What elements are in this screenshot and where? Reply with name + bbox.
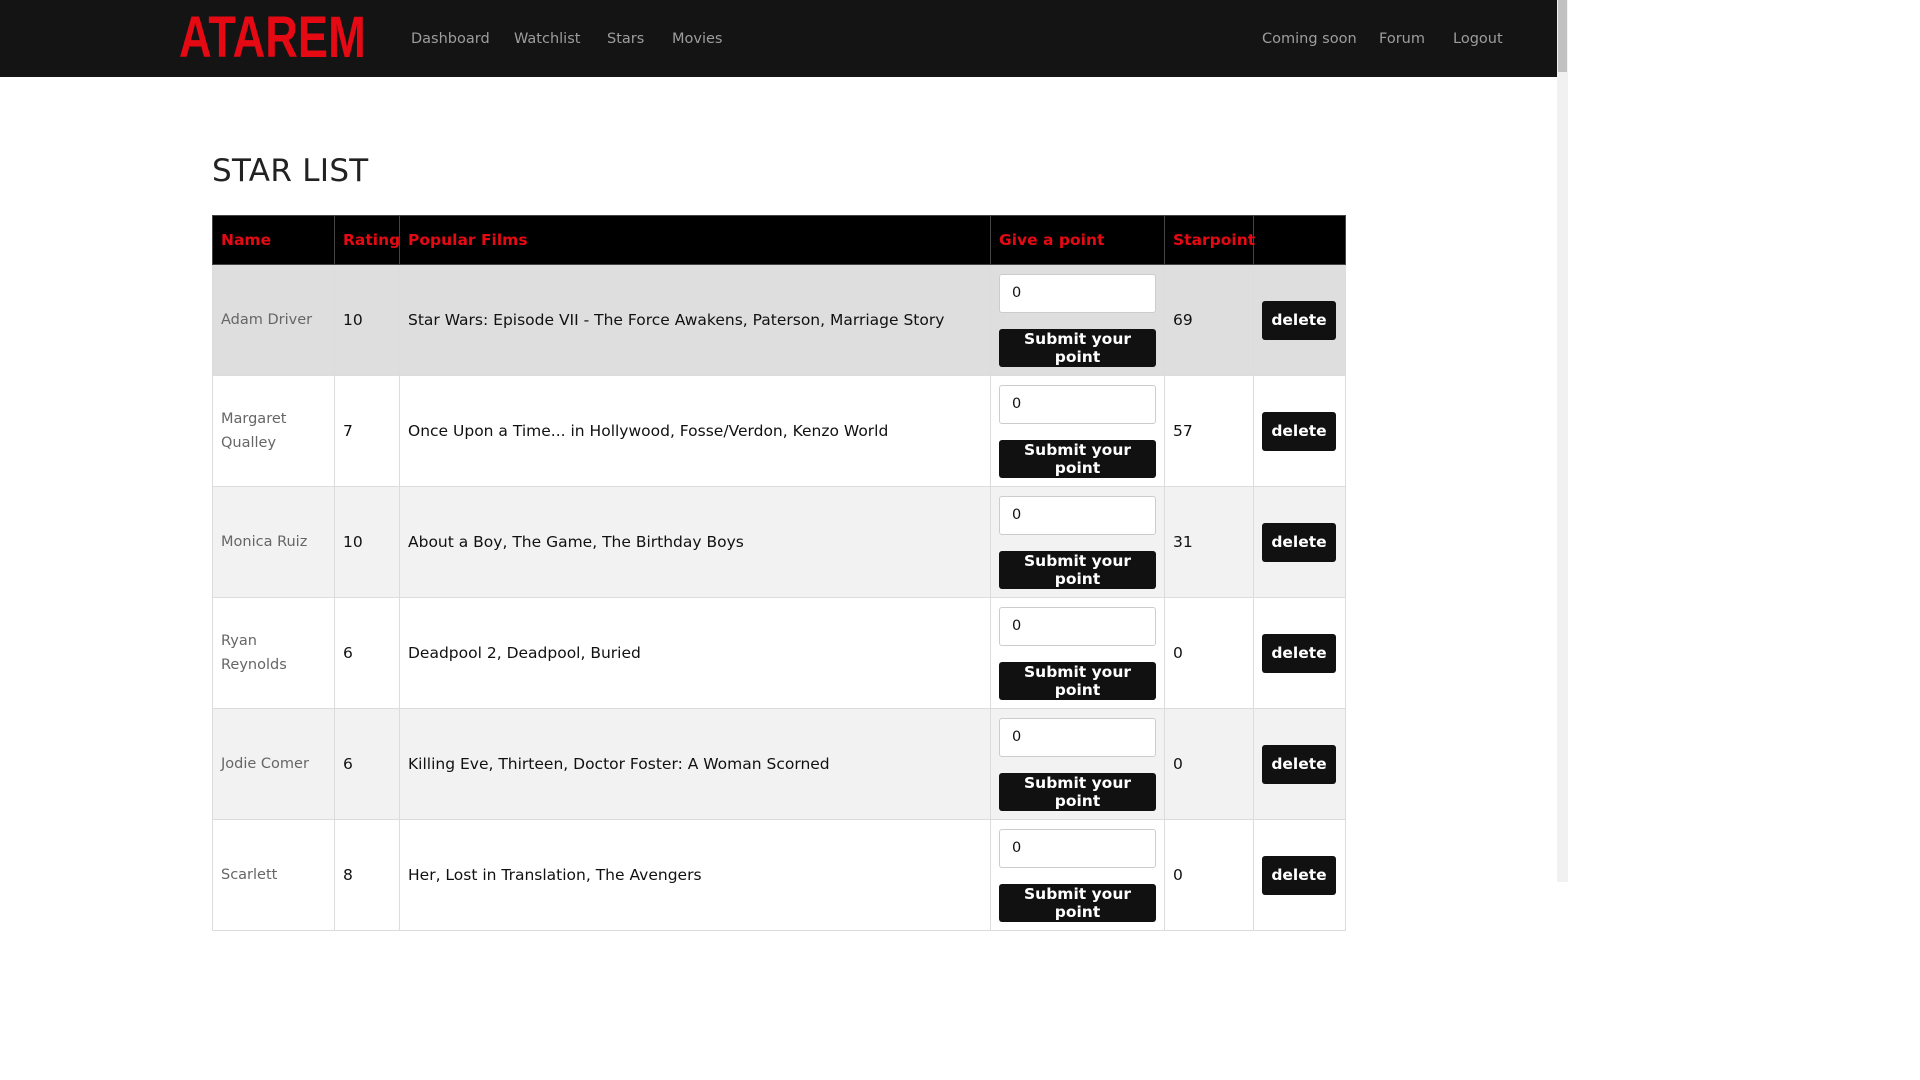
star-table: Name Rating Popular Films Give a point S… xyxy=(212,215,1346,931)
submit-point-button[interactable]: Submit your point xyxy=(999,328,1156,367)
header-rating: Rating xyxy=(334,215,400,265)
star-popular-films: Killing Eve, Thirteen, Doctor Foster: A … xyxy=(399,708,991,820)
point-input[interactable] xyxy=(999,828,1156,868)
header-action xyxy=(1253,215,1346,265)
delete-button[interactable]: delete xyxy=(1262,855,1336,895)
page-title: STAR LIST xyxy=(212,153,369,189)
star-rating: 10 xyxy=(334,264,400,376)
submit-point-button[interactable]: Submit your point xyxy=(999,439,1156,478)
nav-logout[interactable]: Logout xyxy=(1453,29,1503,49)
top-navbar: ATAREM Dashboard Watchlist Stars Movies … xyxy=(0,0,1557,77)
action-cell: delete xyxy=(1253,597,1346,709)
nav-dashboard[interactable]: Dashboard xyxy=(411,29,490,49)
star-rating: 7 xyxy=(334,375,400,487)
table-row: Ryan Reynolds 6 Deadpool 2, Deadpool, Bu… xyxy=(212,597,1346,709)
star-name: Jodie Comer xyxy=(212,708,335,820)
star-rating: 6 xyxy=(334,708,400,820)
table-row: Scarlett 8 Her, Lost in Translation, The… xyxy=(212,819,1346,931)
star-name: Adam Driver xyxy=(212,264,335,376)
star-name: Margaret Qualley xyxy=(212,375,335,487)
star-popular-films: Her, Lost in Translation, The Avengers xyxy=(399,819,991,931)
table-row: Margaret Qualley 7 Once Upon a Time... i… xyxy=(212,375,1346,487)
page-scrollbar[interactable] xyxy=(1557,0,1568,882)
table-row: Adam Driver 10 Star Wars: Episode VII - … xyxy=(212,264,1346,376)
delete-button[interactable]: delete xyxy=(1262,411,1336,451)
give-point-cell: Submit your point xyxy=(990,597,1165,709)
star-popular-films: About a Boy, The Game, The Birthday Boys xyxy=(399,486,991,598)
star-starpoint: 0 xyxy=(1164,819,1254,931)
delete-button[interactable]: delete xyxy=(1262,300,1336,340)
star-popular-films: Star Wars: Episode VII - The Force Awake… xyxy=(399,264,991,376)
submit-point-button[interactable]: Submit your point xyxy=(999,661,1156,700)
action-cell: delete xyxy=(1253,819,1346,931)
action-cell: delete xyxy=(1253,375,1346,487)
nav-movies[interactable]: Movies xyxy=(672,29,722,49)
star-name: Ryan Reynolds xyxy=(212,597,335,709)
header-starpoint: Starpoint xyxy=(1164,215,1255,265)
star-rating: 8 xyxy=(334,819,400,931)
star-starpoint: 69 xyxy=(1164,264,1254,376)
give-point-cell: Submit your point xyxy=(990,375,1165,487)
point-input[interactable] xyxy=(999,606,1156,646)
give-point-cell: Submit your point xyxy=(990,486,1165,598)
table-header-row: Name Rating Popular Films Give a point S… xyxy=(212,215,1346,265)
point-input[interactable] xyxy=(999,273,1156,313)
scrollbar-thumb[interactable] xyxy=(1558,0,1567,72)
header-give-a-point: Give a point xyxy=(990,215,1165,265)
header-popular-films: Popular Films xyxy=(399,215,991,265)
delete-button[interactable]: delete xyxy=(1262,522,1336,562)
point-input[interactable] xyxy=(999,384,1156,424)
give-point-cell: Submit your point xyxy=(990,708,1165,820)
star-name: Scarlett xyxy=(212,819,335,931)
table-row: Jodie Comer 6 Killing Eve, Thirteen, Doc… xyxy=(212,708,1346,820)
brand-logo[interactable]: ATAREM xyxy=(179,6,366,70)
star-name: Monica Ruiz xyxy=(212,486,335,598)
star-popular-films: Deadpool 2, Deadpool, Buried xyxy=(399,597,991,709)
submit-point-button[interactable]: Submit your point xyxy=(999,883,1156,922)
nav-watchlist[interactable]: Watchlist xyxy=(514,29,580,49)
delete-button[interactable]: delete xyxy=(1262,633,1336,673)
star-rating: 10 xyxy=(334,486,400,598)
header-name: Name xyxy=(212,215,335,265)
delete-button[interactable]: delete xyxy=(1262,744,1336,784)
nav-forum[interactable]: Forum xyxy=(1379,29,1425,49)
star-starpoint: 31 xyxy=(1164,486,1254,598)
give-point-cell: Submit your point xyxy=(990,819,1165,931)
nav-stars[interactable]: Stars xyxy=(607,29,644,49)
star-starpoint: 0 xyxy=(1164,597,1254,709)
point-input[interactable] xyxy=(999,495,1156,535)
star-starpoint: 57 xyxy=(1164,375,1254,487)
submit-point-button[interactable]: Submit your point xyxy=(999,772,1156,811)
give-point-cell: Submit your point xyxy=(990,264,1165,376)
star-popular-films: Once Upon a Time... in Hollywood, Fosse/… xyxy=(399,375,991,487)
submit-point-button[interactable]: Submit your point xyxy=(999,550,1156,589)
star-starpoint: 0 xyxy=(1164,708,1254,820)
action-cell: delete xyxy=(1253,486,1346,598)
table-row: Monica Ruiz 10 About a Boy, The Game, Th… xyxy=(212,486,1346,598)
nav-coming-soon[interactable]: Coming soon xyxy=(1262,29,1357,49)
star-rating: 6 xyxy=(334,597,400,709)
point-input[interactable] xyxy=(999,717,1156,757)
action-cell: delete xyxy=(1253,708,1346,820)
action-cell: delete xyxy=(1253,264,1346,376)
